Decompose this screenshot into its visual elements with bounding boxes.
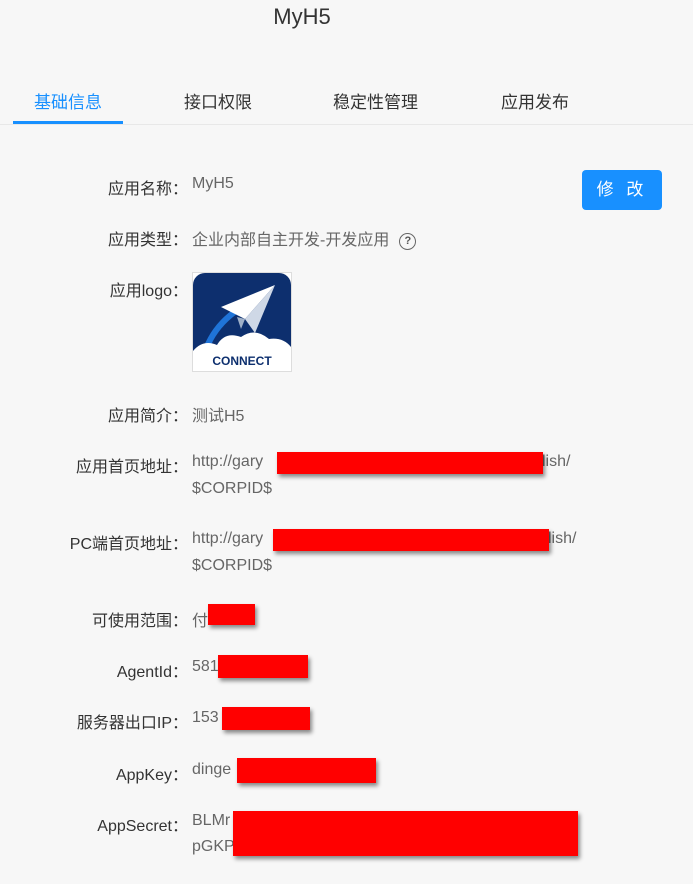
redaction-box [233, 811, 578, 856]
type-value-row: 企业内部自主开发-开发应用? [192, 226, 417, 250]
agentid-label: AgentId： [116, 664, 188, 681]
redaction-box [277, 452, 543, 474]
tab-app-publish[interactable]: 应用发布 [501, 88, 569, 113]
pc-homepage-label: PC端首页地址： [69, 536, 188, 553]
pc-homepage-value-end: lish/ [548, 530, 577, 547]
appsecret-label: AppSecret： [97, 818, 188, 835]
active-tab-indicator [13, 121, 123, 124]
homepage-value-start: http://gary [192, 453, 264, 470]
homepage-value-end: lish/ [542, 453, 571, 470]
logo-text: CONNECT [212, 354, 272, 368]
help-icon[interactable]: ? [399, 233, 417, 250]
pc-homepage-value-line2: $CORPID$ [192, 557, 273, 574]
app-title: MyH5 [273, 4, 331, 29]
homepage-value-line2: $CORPID$ [192, 480, 273, 497]
appkey-value: dinge [192, 761, 232, 778]
intro-value: 测试H5 [192, 408, 245, 425]
name-label: 应用名称： [107, 181, 188, 198]
appkey-label: AppKey： [115, 767, 188, 784]
tab-bar: 基础信息 接口权限 稳定性管理 应用发布 [0, 84, 693, 125]
type-value: 企业内部自主开发-开发应用 [192, 232, 390, 249]
scope-label: 可使用范围： [91, 613, 188, 630]
tab-basic-info[interactable]: 基础信息 [34, 88, 102, 113]
scope-value: 付 [192, 613, 209, 630]
redaction-box [237, 758, 376, 783]
homepage-label: 应用首页地址： [75, 459, 188, 476]
appsecret-value-line2: pGKP [192, 838, 235, 855]
agentid-value: 581 [192, 658, 219, 675]
name-value: MyH5 [192, 175, 234, 192]
redaction-box [208, 604, 255, 625]
edit-button[interactable]: 修 改 [582, 170, 662, 210]
type-label: 应用类型： [107, 232, 188, 249]
tab-api-permissions[interactable]: 接口权限 [184, 88, 252, 113]
logo-label: 应用logo： [109, 283, 188, 300]
appsecret-value-line1: BLMr [192, 812, 231, 829]
redaction-box [273, 529, 549, 551]
intro-label: 应用简介： [107, 408, 188, 425]
app-logo: CONNECT [192, 272, 292, 372]
redaction-box [222, 707, 310, 730]
paper-plane-logo-icon: CONNECT [193, 273, 291, 371]
tab-stability-management[interactable]: 稳定性管理 [333, 88, 418, 113]
server-ip-label: 服务器出口IP： [76, 715, 188, 732]
server-ip-value: 153 [192, 709, 219, 726]
pc-homepage-value-start: http://gary [192, 530, 264, 547]
redaction-box [218, 655, 308, 678]
